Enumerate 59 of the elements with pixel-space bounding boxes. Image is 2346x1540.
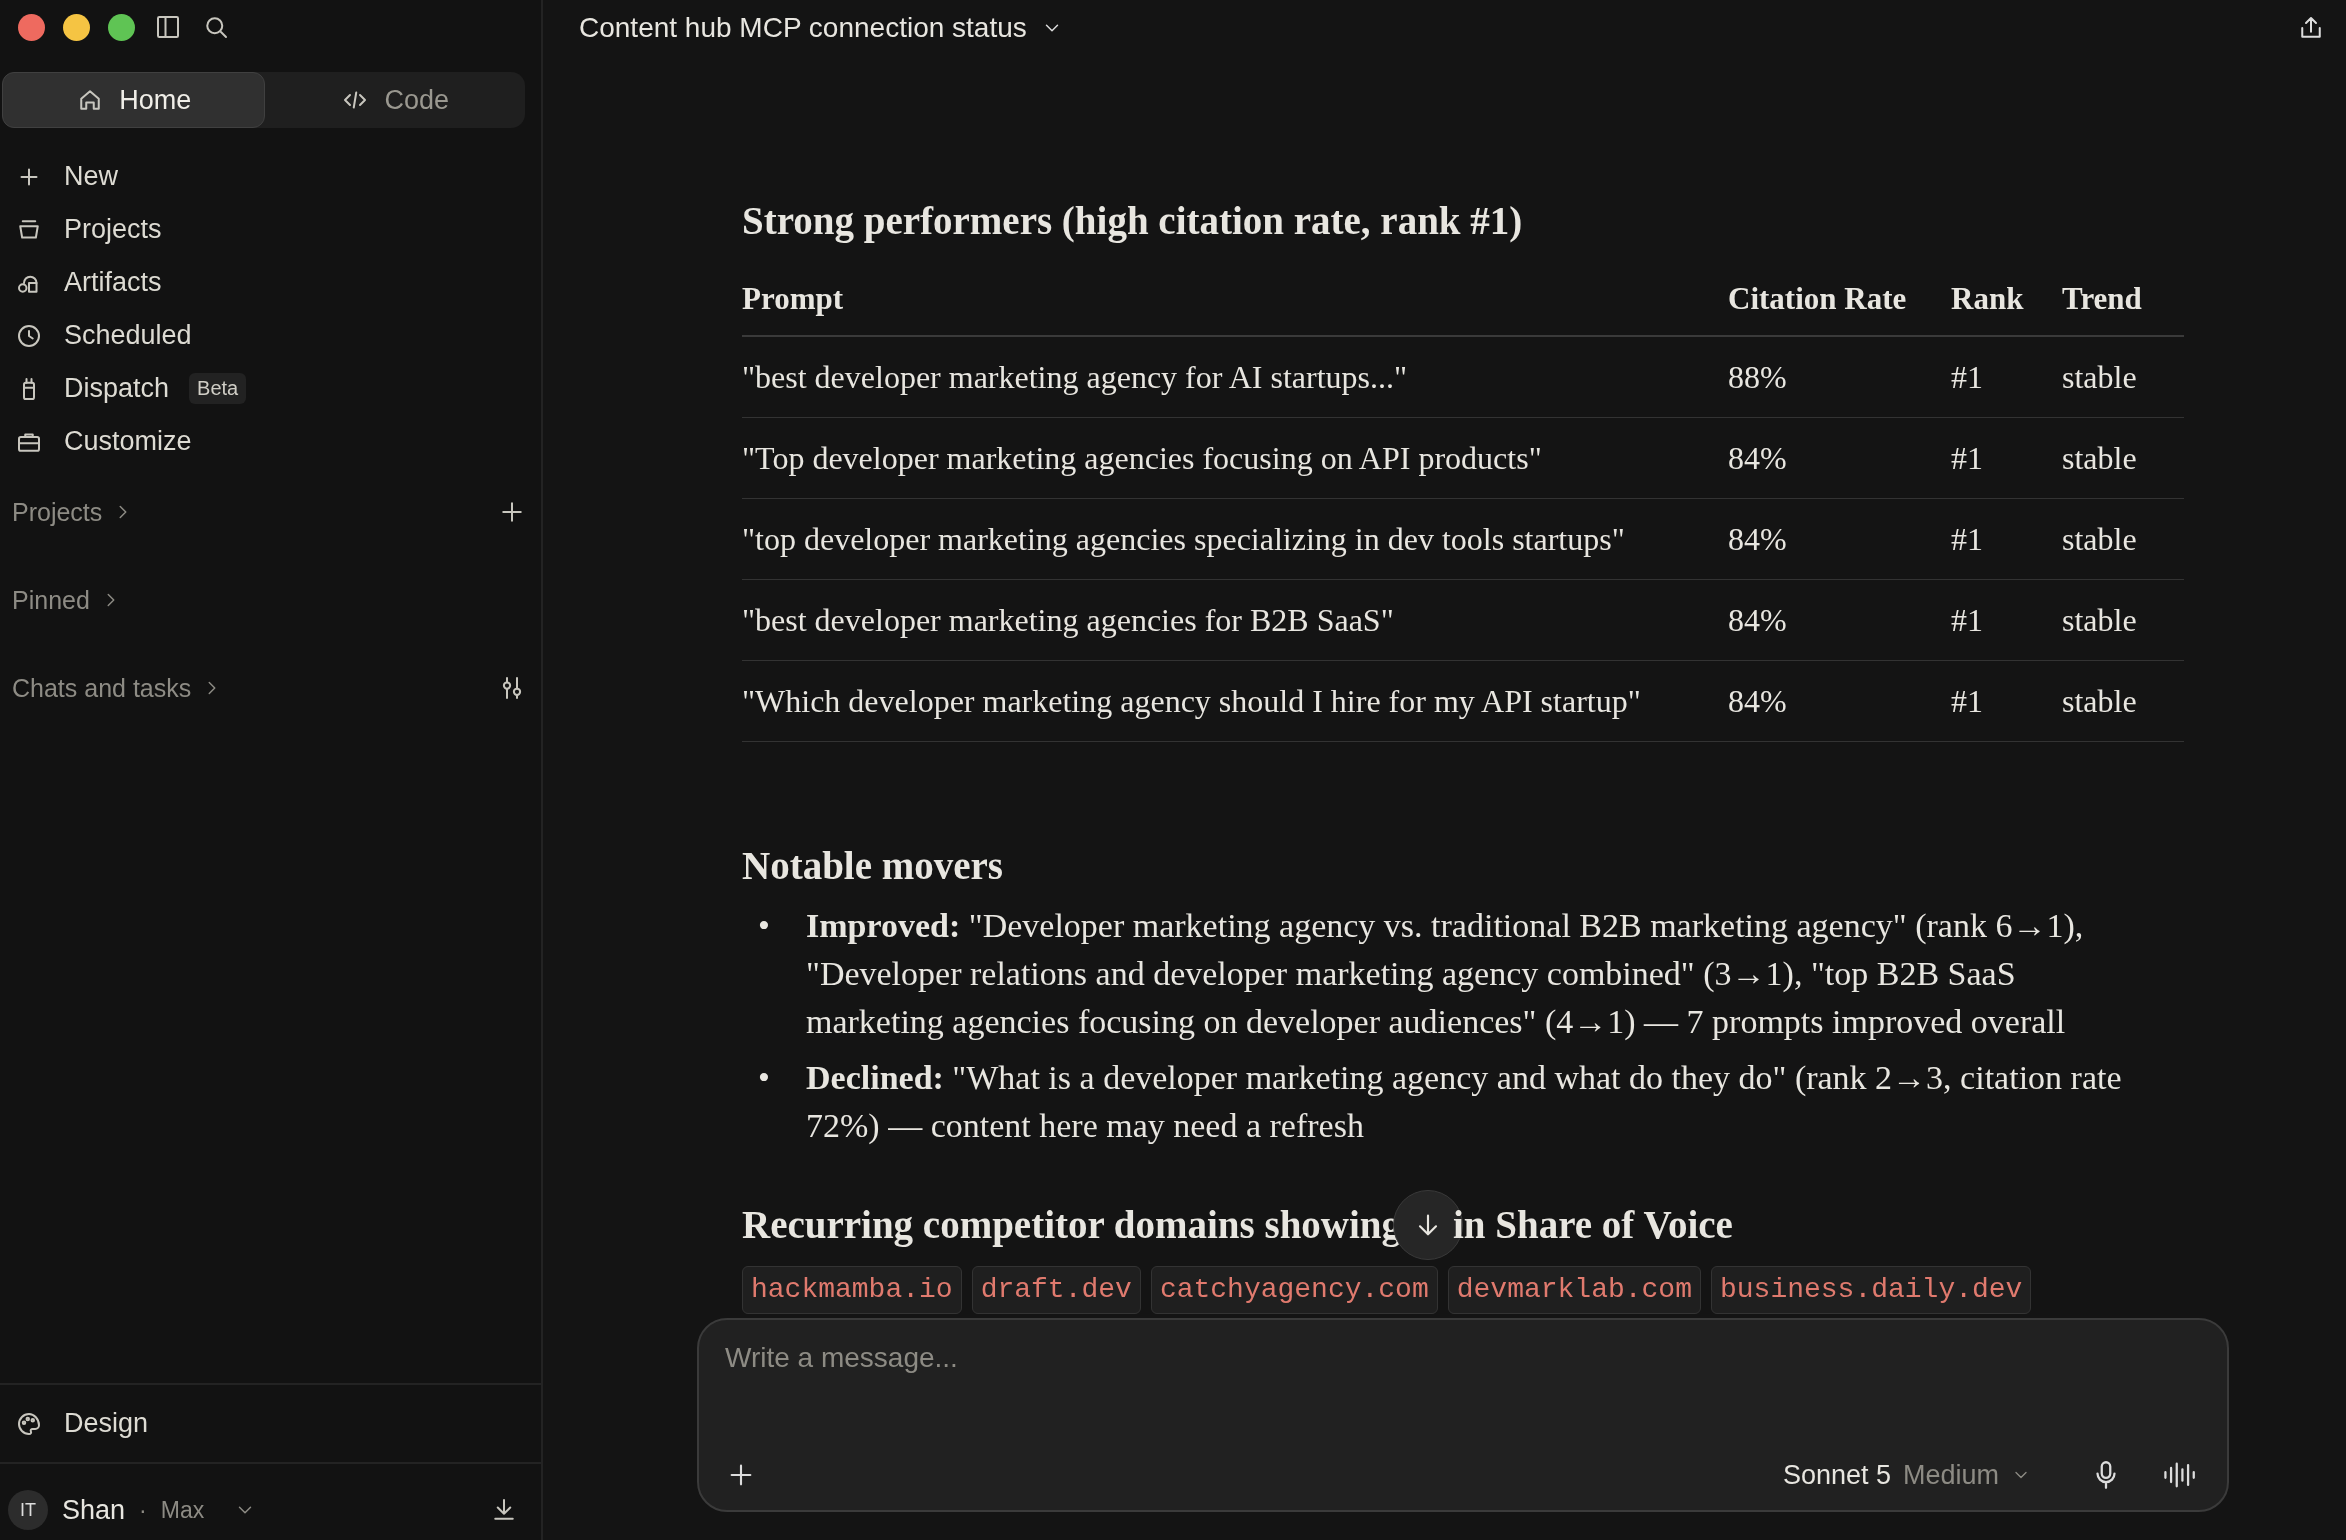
section-heading[interactable]: Pinned — [12, 585, 90, 615]
table-cell: stable — [2062, 336, 2184, 418]
section-heading: Notable movers — [742, 843, 1005, 889]
table-cell: #1 — [1951, 498, 2062, 580]
table-cell: "Top developer marketing agencies focusing on API products" — [742, 417, 1728, 499]
bullet-item: Improved: "Developer marketing agency vs. traditional B2B marketing agency" (rank 6→1), "Developer relations and developer marketing agency combined" (3→1), "top B2B SaaS marketing agencies focusing on developer audiences" (4→1) — 7 prompts improved overall — [806, 906, 2085, 1042]
domain-chip: hackmamba.io — [742, 1266, 962, 1314]
table-cell: #1 — [1951, 417, 2062, 499]
nav-item[interactable]: Scheduled — [0, 309, 541, 362]
column-header: Trend — [2062, 269, 2184, 336]
table-cell: stable — [2062, 660, 2184, 742]
domain-chip: devmarklab.com — [1447, 1266, 1701, 1314]
avatar[interactable]: IT — [8, 1490, 48, 1530]
design-item[interactable]: Design — [0, 1383, 541, 1464]
nav-item[interactable]: Artifacts — [0, 256, 541, 309]
table-cell: "top developer marketing agencies specializing in dev tools startups" — [742, 498, 1728, 580]
user-name: Shan — [62, 1494, 126, 1526]
nav-item[interactable]: Projects — [0, 203, 541, 256]
column-header: Citation Rate — [1728, 269, 1951, 336]
domain-chip: draft.dev — [971, 1266, 1141, 1314]
column-header: Prompt — [742, 269, 1728, 336]
domain-chip: catchyagency.com — [1150, 1266, 1438, 1314]
table-cell: #1 — [1951, 660, 2062, 742]
nav-item[interactable]: Dispatch Beta — [0, 362, 541, 415]
table-cell: stable — [2062, 579, 2184, 661]
bullet-marker: • — [758, 1058, 771, 1098]
message-input[interactable]: Write a message... — [725, 1342, 2201, 1374]
table-cell: 84% — [1728, 660, 1951, 742]
table-cell: 84% — [1728, 417, 1951, 499]
table-cell: stable — [2062, 417, 2184, 499]
table-cell: 84% — [1728, 498, 1951, 580]
section-heading[interactable]: Projects — [12, 497, 103, 527]
section-heading[interactable]: Chats and tasks — [12, 673, 192, 703]
minimize-button[interactable] — [63, 13, 90, 41]
bullet-marker: • — [758, 906, 771, 946]
mode-tab[interactable]: Home — [2, 72, 265, 128]
table-cell: #1 — [1951, 579, 2062, 661]
bullet-item: Declined: "What is a developer marketing agency and what do they do" (rank 2→3, citation rate 72%) — content here may need a refresh — [806, 1058, 2123, 1146]
table-cell: "Which developer marketing agency should I hire for my API startup" — [742, 660, 1728, 742]
column-header: Rank — [1951, 269, 2062, 336]
mode-tab[interactable]: Code — [264, 72, 525, 128]
nav-item[interactable]: New — [0, 150, 541, 203]
table-cell: #1 — [1951, 336, 2062, 418]
model-selector[interactable]: Sonnet 5 Medium — [1782, 1459, 2031, 1491]
close-button[interactable] — [18, 13, 45, 41]
beta-badge: Beta — [189, 373, 247, 404]
separator: · — [139, 1496, 147, 1524]
section-heading: in Share of Voice — [1453, 1202, 1733, 1248]
table-cell: "best developer marketing agencies for B2B SaaS" — [742, 579, 1728, 661]
plan-label: Max — [160, 1496, 205, 1524]
section-heading: Strong performers (high citation rate, rank #1) — [742, 198, 1524, 245]
table-cell: stable — [2062, 498, 2184, 580]
table-cell: 84% — [1728, 579, 1951, 661]
zoom-button[interactable] — [108, 13, 135, 41]
chat-title[interactable]: Content hub MCP connection status — [579, 12, 1027, 44]
domain-chip: business.daily.dev — [1710, 1266, 2032, 1314]
table-cell: 88% — [1728, 336, 1951, 418]
nav-item[interactable]: Customize — [0, 415, 541, 468]
table-cell: "best developer marketing agency for AI startups..." — [742, 336, 1728, 418]
